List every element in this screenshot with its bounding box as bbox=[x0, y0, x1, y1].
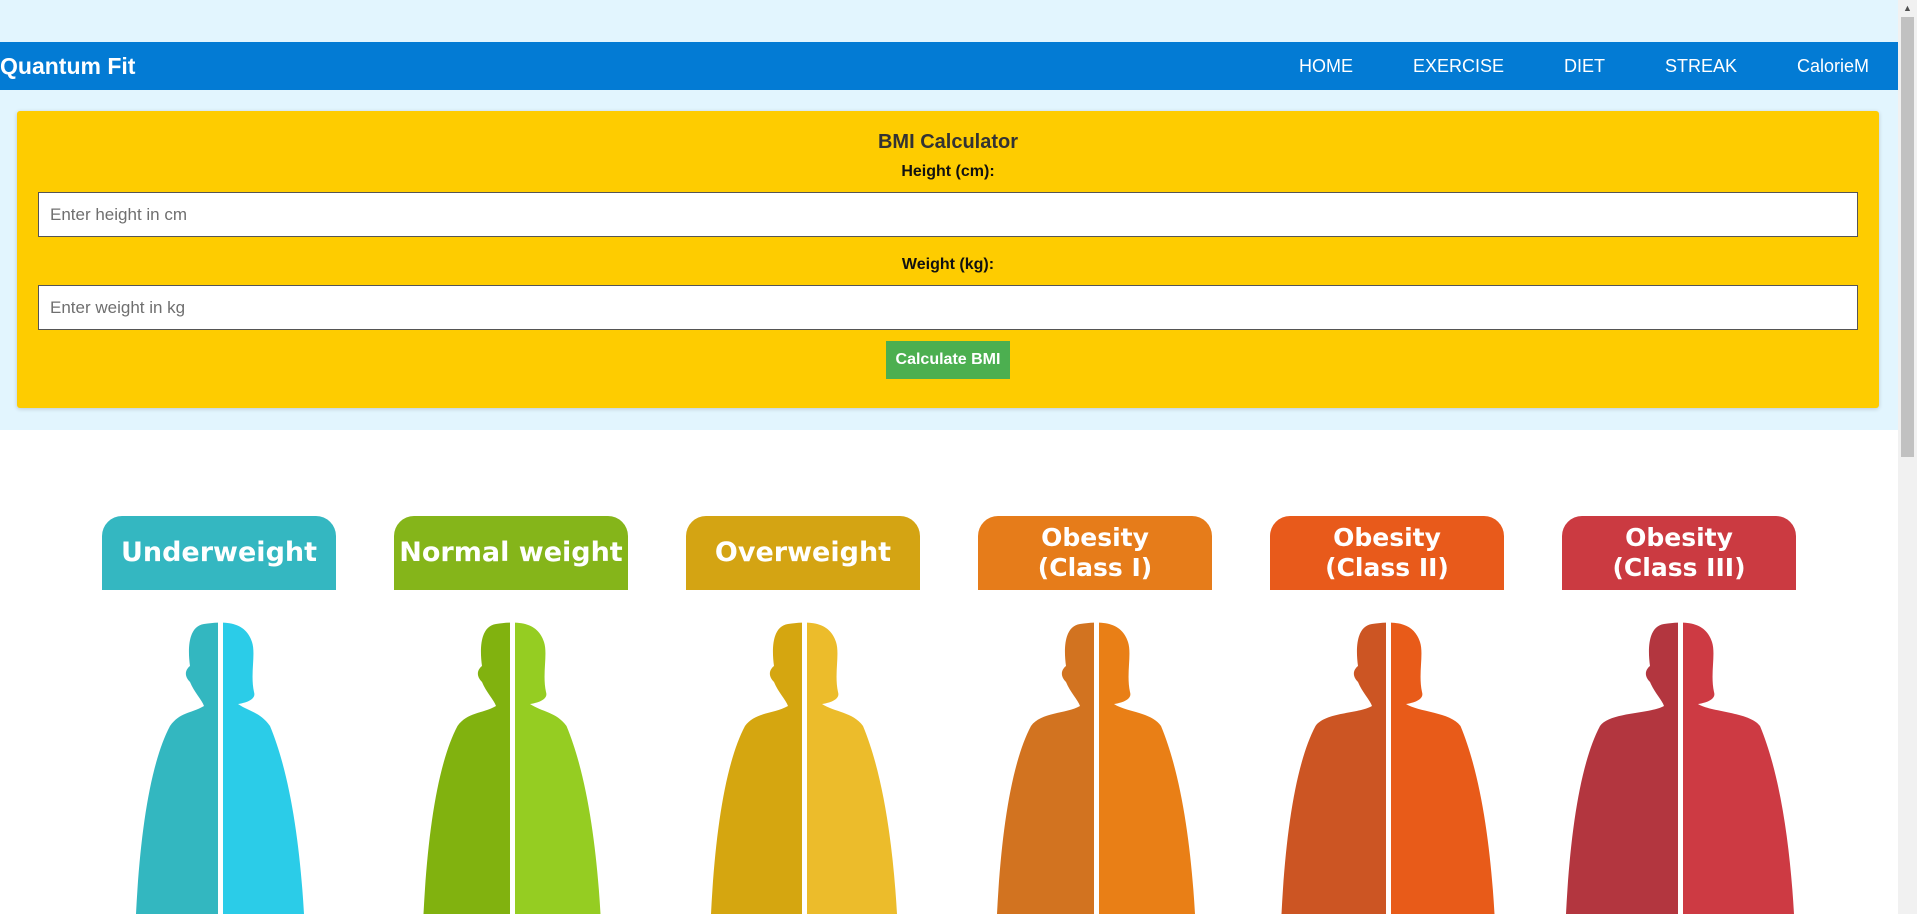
body-silhouette-icon bbox=[1566, 622, 1794, 914]
body-silhouette-icon bbox=[711, 622, 897, 914]
scroll-up-arrow-icon[interactable]: ▲ bbox=[1898, 0, 1917, 17]
bmi-category-obesity-class-3: Obesity (Class III) bbox=[1540, 500, 1840, 914]
body-silhouette-icon bbox=[136, 622, 304, 914]
bmi-category-obesity-class-1: Obesity (Class I) bbox=[956, 500, 1256, 914]
bmi-category-sublabel: (Class III) bbox=[1612, 553, 1746, 582]
body-silhouette-icon bbox=[423, 622, 601, 914]
bmi-category-label: Obesity bbox=[1333, 523, 1441, 552]
bmi-category-obesity-class-2: Obesity (Class II) bbox=[1248, 500, 1548, 914]
bmi-category-underweight: Underweight bbox=[80, 500, 380, 914]
scrollbar-thumb[interactable] bbox=[1901, 17, 1914, 457]
bmi-calculator-title: BMI Calculator bbox=[877, 131, 1019, 153]
bmi-category-tab: Normal weight bbox=[394, 516, 628, 590]
bmi-calculator-card: BMI Calculator Height (cm): Weight (kg):… bbox=[17, 111, 1879, 408]
bmi-category-tab: Overweight bbox=[686, 516, 920, 590]
bmi-category-tab: Obesity (Class III) bbox=[1562, 516, 1796, 590]
bmi-category-chart: Underweight Normal weight Overweight Obe… bbox=[80, 500, 1820, 914]
bmi-category-normal-weight: Normal weight bbox=[372, 500, 672, 914]
bmi-category-sublabel: (Class I) bbox=[1037, 553, 1153, 582]
brand-logo[interactable]: Quantum Fit bbox=[0, 42, 135, 90]
bmi-category-label: Normal weight bbox=[399, 536, 623, 568]
body-silhouette-icon bbox=[1281, 622, 1495, 914]
weight-label: Weight (kg): bbox=[901, 256, 995, 273]
body-silhouette-icon bbox=[997, 622, 1195, 914]
nav-caloriem[interactable]: CalorieM bbox=[1797, 42, 1869, 90]
nav-home[interactable]: HOME bbox=[1299, 42, 1353, 90]
height-input[interactable] bbox=[38, 192, 1858, 237]
navbar: Quantum Fit HOME EXERCISE DIET STREAK Ca… bbox=[0, 42, 1898, 90]
bmi-category-tab: Underweight bbox=[102, 516, 336, 590]
bmi-category-label: Obesity bbox=[1625, 523, 1733, 552]
nav-exercise[interactable]: EXERCISE bbox=[1413, 42, 1504, 90]
weight-input[interactable] bbox=[38, 285, 1858, 330]
bmi-category-tab: Obesity (Class I) bbox=[978, 516, 1212, 590]
bmi-category-tab: Obesity (Class II) bbox=[1270, 516, 1504, 590]
bmi-category-label: Overweight bbox=[714, 536, 892, 568]
nav-streak[interactable]: STREAK bbox=[1665, 42, 1737, 90]
vertical-scrollbar[interactable]: ▲ bbox=[1898, 0, 1917, 914]
bmi-category-label: Underweight bbox=[120, 536, 318, 568]
height-label: Height (cm): bbox=[901, 163, 995, 180]
bmi-category-overweight: Overweight bbox=[664, 500, 964, 914]
calculate-bmi-button[interactable]: Calculate BMI bbox=[886, 341, 1010, 379]
bmi-category-label: Obesity bbox=[1041, 523, 1149, 552]
nav-diet[interactable]: DIET bbox=[1564, 42, 1605, 90]
bmi-category-sublabel: (Class II) bbox=[1325, 553, 1449, 582]
